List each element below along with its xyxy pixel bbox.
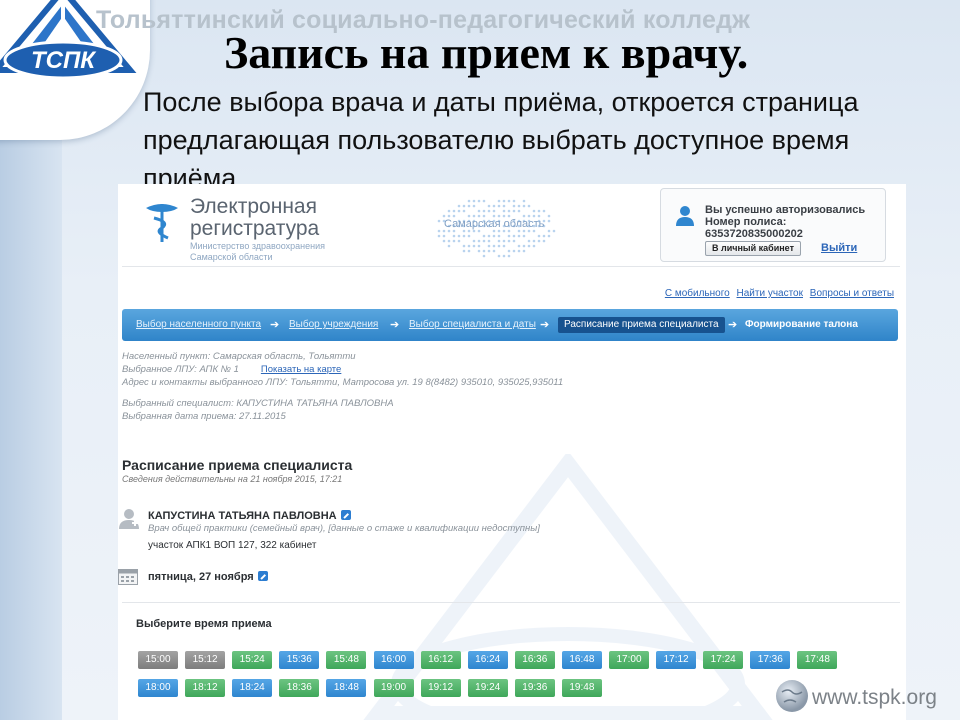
time-slot-1600[interactable]: 16:00 xyxy=(373,651,414,669)
time-slot-1524[interactable]: 15:24 xyxy=(232,651,273,669)
time-slot-1500: 15:00 xyxy=(138,651,178,669)
footer-url: www.tspk.org xyxy=(812,686,937,709)
wizard-steps: Выбор населенного пункта ➔ Выбор учрежде… xyxy=(122,309,898,341)
arrow-right-icon: ➔ xyxy=(540,319,550,331)
section-divider xyxy=(122,602,900,603)
find-district-link[interactable]: Найти участок xyxy=(737,288,804,299)
info-lpu-row: Выбранное ЛПУ: АПК № 1 Показать на карте xyxy=(122,364,341,375)
step-settlement[interactable]: Выбор населенного пункта xyxy=(136,309,261,341)
time-slot-1748[interactable]: 17:48 xyxy=(797,651,838,669)
site-name-line1: Электронная xyxy=(190,195,317,218)
time-slot-1824[interactable]: 18:24 xyxy=(232,679,273,697)
time-slot-1536[interactable]: 15:36 xyxy=(279,651,320,669)
time-slot-1648[interactable]: 16:48 xyxy=(561,651,602,669)
step-ticket: Формирование талона xyxy=(745,319,858,330)
info-specialist: Выбранный специалист: КАПУСТИНА ТАТЬЯНА … xyxy=(122,398,394,409)
ministry-line1: Министерство здравоохранения xyxy=(190,241,325,251)
logout-link[interactable]: Выйти xyxy=(821,242,857,254)
time-slot-1636[interactable]: 16:36 xyxy=(514,651,555,669)
site-ministry: Министерство здравоохранения Самарской о… xyxy=(190,241,325,263)
info-lpu: Выбранное ЛПУ: АПК № 1 xyxy=(122,364,239,375)
arrow-right-icon: ➔ xyxy=(390,319,400,331)
edit-doctor-icon[interactable] xyxy=(340,510,351,520)
user-avatar-icon xyxy=(676,206,694,226)
time-slot-1912[interactable]: 19:12 xyxy=(420,679,461,697)
cabinet-button[interactable]: В личный кабинет xyxy=(705,241,801,256)
quick-links: С мобильного Найти участок Вопросы и отв… xyxy=(661,288,894,299)
logo-text: ТСПК xyxy=(31,47,97,74)
info-date: Выбранная дата приема: 27.11.2015 xyxy=(122,411,286,422)
edit-date-icon[interactable] xyxy=(257,571,268,581)
arrow-right-icon: ➔ xyxy=(728,319,738,331)
step-specialist-date[interactable]: Выбор специалиста и даты xyxy=(409,309,536,341)
mobile-link[interactable]: С мобильного xyxy=(665,288,730,299)
webpage-screenshot: Электронная регистратура Министерство зд… xyxy=(118,184,906,720)
time-slot-1712[interactable]: 17:12 xyxy=(656,651,697,669)
time-slot-1924[interactable]: 19:24 xyxy=(467,679,508,697)
time-slot-1948[interactable]: 19:48 xyxy=(561,679,602,697)
ministry-line2: Самарской области xyxy=(190,252,273,262)
site-name: Электронная регистратура xyxy=(190,196,319,240)
schedule-title: Расписание приема специалиста xyxy=(122,457,353,473)
faq-link[interactable]: Вопросы и ответы xyxy=(810,288,894,299)
time-slot-1512: 15:12 xyxy=(185,651,226,669)
doctor-site: участок АПК1 ВОП 127, 322 кабинет xyxy=(148,540,317,551)
step-schedule: Расписание приема специалиста xyxy=(558,317,725,333)
info-settlement: Населенный пункт: Самарская область, Тол… xyxy=(122,351,356,362)
slide-body-text: После выбора врача и даты приёма, открое… xyxy=(143,87,859,193)
show-map-link[interactable]: Показать на карте xyxy=(261,364,341,375)
arrow-right-icon: ➔ xyxy=(270,319,280,331)
globe-icon xyxy=(776,680,808,712)
info-address: Адрес и контакты выбранного ЛПУ: Тольятт… xyxy=(122,377,564,388)
site-name-line2: регистратура xyxy=(190,217,320,240)
time-slot-1800[interactable]: 18:00 xyxy=(138,679,178,697)
time-slot-1848[interactable]: 18:48 xyxy=(326,679,367,697)
header-divider xyxy=(122,266,900,267)
auth-panel: Вы успешно авторизовались Номер полиса: … xyxy=(660,188,886,262)
doctor-name-row: КАПУСТИНА ТАТЬЯНА ПАВЛОВНА xyxy=(148,510,351,522)
time-slot-1724[interactable]: 17:24 xyxy=(703,651,744,669)
doctor-name: КАПУСТИНА ТАТЬЯНА ПАВЛОВНА xyxy=(148,510,337,522)
selected-day-row: пятница, 27 ноября xyxy=(148,571,268,583)
time-slot-1936[interactable]: 19:36 xyxy=(514,679,555,697)
time-slot-1548[interactable]: 15:48 xyxy=(326,651,367,669)
auth-status: Вы успешно авторизовались xyxy=(705,204,866,216)
medicine-icon xyxy=(146,204,178,242)
doctor-specialty: Врач общей практики (семейный врач), [да… xyxy=(148,523,540,534)
time-slot-1736[interactable]: 17:36 xyxy=(750,651,791,669)
doctor-icon xyxy=(119,509,139,529)
policy-label: Номер полиса: xyxy=(705,216,787,228)
schedule-subtitle: Сведения действительны на 21 ноября 2015… xyxy=(122,474,343,484)
time-slot-1812[interactable]: 18:12 xyxy=(185,679,226,697)
region-label: Самарская область xyxy=(444,218,545,230)
slide-title: Запись на прием к врачу. xyxy=(224,27,749,78)
time-slot-1624[interactable]: 16:24 xyxy=(467,651,508,669)
policy-number: 6353720835000202 xyxy=(705,228,803,240)
time-slot-1836[interactable]: 18:36 xyxy=(279,679,320,697)
time-slot-1612[interactable]: 16:12 xyxy=(420,651,461,669)
step-institution[interactable]: Выбор учреждения xyxy=(289,309,378,341)
time-slot-1900[interactable]: 19:00 xyxy=(373,679,414,697)
time-slot-1700[interactable]: 17:00 xyxy=(609,651,649,669)
choose-time-label: Выберите время приема xyxy=(136,618,272,630)
calendar-icon xyxy=(118,569,138,585)
selected-day: пятница, 27 ноября xyxy=(148,571,254,583)
